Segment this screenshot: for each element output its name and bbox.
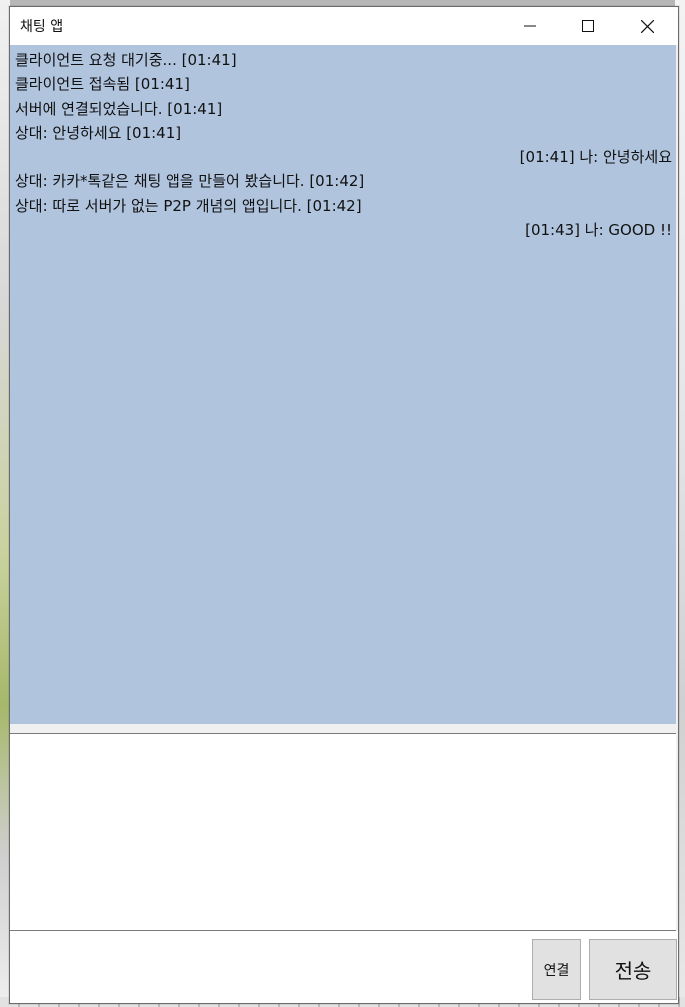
close-icon xyxy=(641,19,654,33)
maximize-icon xyxy=(582,20,594,32)
message-input-panel xyxy=(10,733,676,931)
chat-message: 상대: 따로 서버가 없는 P2P 개념의 앱입니다. [01:42] xyxy=(15,196,362,215)
connect-button[interactable]: 연결 xyxy=(532,939,581,1000)
chat-message: 서버에 연결되었습니다. [01:41] xyxy=(15,99,223,118)
title-bar[interactable]: 채팅 앱 xyxy=(10,7,678,45)
chat-log[interactable]: 클라이언트 요청 대기중... [01:41] 클라이언트 접속됨 [01:41… xyxy=(10,45,676,724)
minimize-button[interactable] xyxy=(501,7,559,45)
panel-divider xyxy=(10,724,678,733)
button-bar: 연결 전송 xyxy=(10,931,678,1003)
chat-message: 클라이언트 요청 대기중... [01:41] xyxy=(15,51,237,69)
window-title: 채팅 앱 xyxy=(20,19,64,35)
chat-message: 상대: 안녕하세요 [01:41] xyxy=(15,123,182,142)
maximize-button[interactable] xyxy=(559,7,617,45)
minimize-icon xyxy=(524,25,536,27)
close-button[interactable] xyxy=(617,7,678,45)
chat-message-mine: [01:43] 나: GOOD !! xyxy=(525,221,672,240)
chat-message: 상대: 카카*톡같은 채팅 앱을 만들어 봤습니다. [01:42] xyxy=(15,172,365,191)
send-button[interactable]: 전송 xyxy=(589,939,677,1000)
chat-message-mine: [01:41] 나: 안녕하세요 xyxy=(519,148,672,167)
chat-message: 클라이언트 접속됨 [01:41] xyxy=(15,75,190,94)
chat-app-window: 채팅 앱 클라이언트 요청 대기중... [01:41] 클라이언트 접속됨 [… xyxy=(9,6,679,1004)
message-input[interactable] xyxy=(10,734,676,930)
